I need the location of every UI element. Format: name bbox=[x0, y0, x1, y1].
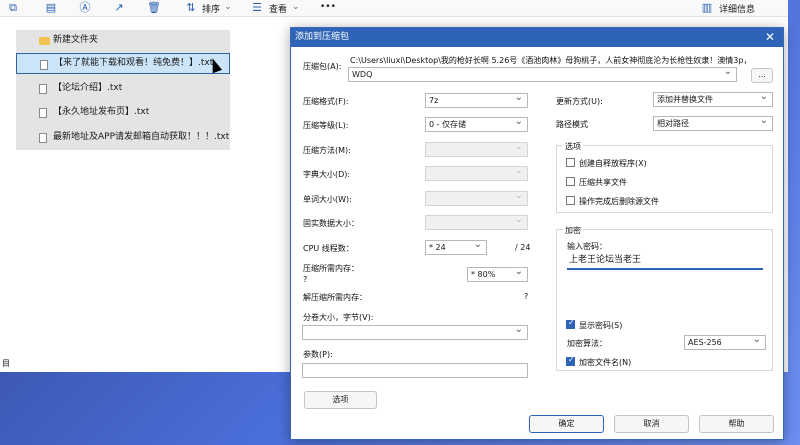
file-name: 【来了就能下载和观看！纯免费！】.txt bbox=[54, 58, 214, 68]
paste-icon[interactable]: ▤ bbox=[44, 1, 58, 15]
path-mode-select[interactable]: 相对路径 bbox=[653, 116, 773, 131]
dialog-title-bar: 添加到压缩包 bbox=[291, 28, 783, 47]
word-select bbox=[425, 191, 528, 206]
password-input[interactable]: 上老王论坛当老王 bbox=[567, 253, 763, 270]
text-file-icon bbox=[39, 108, 47, 118]
encryption-method-select[interactable]: AES-256 bbox=[684, 335, 766, 350]
cpu-total: / 24 bbox=[515, 243, 531, 252]
list-item-file[interactable]: 【永久地址发布页】.txt bbox=[16, 102, 230, 123]
list-item-file[interactable]: 【论坛介绍】.txt bbox=[16, 78, 230, 99]
explorer-toolbar: ⧉ ▤ Ⓐ ↗ 🗑 ⇅ 排序 ⌄ ☰ 查看 ⌄ ••• ▥ 详细信息 bbox=[0, 0, 788, 17]
solid-label: 固实数据大小： bbox=[303, 219, 359, 228]
options-group-title: 选项 bbox=[563, 141, 583, 152]
file-name: 【论坛介绍】.txt bbox=[53, 83, 123, 93]
copy-icon[interactable]: ⧉ bbox=[6, 1, 20, 15]
level-select[interactable]: 0 - 仅存储 bbox=[425, 117, 528, 132]
password-label: 输入密码： bbox=[567, 242, 607, 251]
help-button[interactable]: 帮助 bbox=[699, 415, 774, 433]
update-label: 更新方式(U): bbox=[556, 97, 603, 106]
text-file-icon bbox=[39, 133, 47, 143]
cpu-select[interactable]: * 24 bbox=[425, 240, 487, 255]
method-label: 压缩方法(M): bbox=[303, 146, 351, 155]
format-label: 压缩格式(F): bbox=[303, 97, 349, 106]
dialog-title: 添加到压缩包 bbox=[295, 32, 350, 42]
method-select bbox=[425, 142, 528, 157]
dict-label: 字典大小(D): bbox=[303, 170, 351, 179]
view-button[interactable]: 查看 bbox=[269, 2, 287, 15]
format-select[interactable]: 7z bbox=[425, 93, 528, 108]
delete-source-checkbox[interactable] bbox=[566, 196, 575, 205]
archive-name-combobox[interactable]: WDQ bbox=[348, 67, 737, 82]
memory-label: 压缩所需内存： bbox=[303, 264, 359, 273]
path-mode-label: 路径模式 bbox=[556, 120, 588, 129]
browse-button[interactable]: ... bbox=[751, 68, 773, 83]
file-list: 新建文件夹 【来了就能下载和观看！纯免费！】.txt 【论坛介绍】.txt 【永… bbox=[16, 30, 230, 150]
list-item-folder[interactable]: 新建文件夹 bbox=[16, 30, 230, 51]
encrypt-names-checkbox[interactable] bbox=[566, 355, 575, 366]
rename-icon[interactable]: Ⓐ bbox=[78, 1, 92, 15]
encryption-group-title: 加密 bbox=[563, 225, 583, 236]
solid-select bbox=[425, 215, 528, 230]
sort-icon[interactable]: ⇅ bbox=[184, 1, 198, 15]
file-name: 新建文件夹 bbox=[53, 35, 99, 45]
sfx-label: 创建自释放程序(X) bbox=[579, 159, 647, 168]
archive-label: 压缩包(A): bbox=[303, 62, 342, 71]
encrypt-names-label: 加密文件名(N) bbox=[579, 358, 632, 367]
params-label: 参数(P): bbox=[303, 350, 333, 359]
view-chevron-down-icon: ⌄ bbox=[292, 2, 300, 12]
split-label: 分卷大小，字节(V): bbox=[303, 313, 374, 322]
params-input[interactable] bbox=[302, 363, 528, 378]
cpu-label: CPU 线程数： bbox=[303, 244, 354, 253]
cancel-button[interactable]: 取消 bbox=[614, 415, 689, 433]
memory-select[interactable]: * 80% bbox=[467, 267, 528, 282]
folder-icon bbox=[39, 37, 50, 45]
list-item-file[interactable]: 最新地址及APP请发邮箱自动获取！！！.txt bbox=[16, 127, 230, 148]
decompress-memory-label: 解压缩所需内存： bbox=[303, 293, 367, 302]
update-select[interactable]: 添加并替换文件 bbox=[653, 92, 773, 107]
ok-button[interactable]: 确定 bbox=[529, 415, 604, 433]
text-file-icon bbox=[40, 60, 48, 70]
add-to-archive-dialog: 添加到压缩包 ✕ 压缩包(A): C:\Users\liuxi\Desktop\… bbox=[290, 27, 784, 440]
dict-select bbox=[425, 166, 528, 181]
details-button[interactable]: 详细信息 bbox=[719, 2, 755, 15]
view-icon[interactable]: ☰ bbox=[250, 1, 264, 15]
sort-button[interactable]: 排序 bbox=[202, 2, 220, 15]
status-bar-text: 目 bbox=[2, 359, 10, 368]
show-password-checkbox[interactable] bbox=[566, 318, 575, 329]
split-size-combobox[interactable] bbox=[302, 325, 528, 340]
more-button[interactable]: ••• bbox=[320, 2, 336, 12]
shared-checkbox[interactable] bbox=[566, 177, 575, 186]
show-password-label: 显示密码(S) bbox=[579, 321, 623, 330]
delete-source-label: 操作完成后删除源文件 bbox=[579, 197, 659, 206]
archive-path-text: C:\Users\liuxi\Desktop\我的枪好长啊 5.26号《酒池肉林… bbox=[350, 56, 752, 65]
file-name: 【永久地址发布页】.txt bbox=[53, 107, 150, 117]
level-label: 压缩等级(L): bbox=[303, 121, 349, 130]
options-button[interactable]: 选项 bbox=[304, 391, 377, 409]
list-item-file-selected[interactable]: 【来了就能下载和观看！纯免费！】.txt bbox=[16, 53, 230, 74]
memory-unknown: ? bbox=[303, 275, 308, 284]
close-icon[interactable]: ✕ bbox=[765, 30, 775, 44]
details-icon[interactable]: ▥ bbox=[700, 1, 714, 15]
word-label: 单词大小(W): bbox=[303, 195, 352, 204]
shared-label: 压缩共享文件 bbox=[579, 178, 627, 187]
share-icon[interactable]: ↗ bbox=[112, 1, 126, 15]
sort-chevron-down-icon: ⌄ bbox=[224, 2, 232, 12]
encryption-method-label: 加密算法： bbox=[567, 339, 607, 348]
decompress-memory-value: ? bbox=[524, 292, 529, 301]
file-name: 最新地址及APP请发邮箱自动获取！！！.txt bbox=[53, 132, 230, 142]
text-file-icon bbox=[39, 84, 47, 94]
delete-icon[interactable]: 🗑 bbox=[147, 1, 161, 15]
sfx-checkbox[interactable] bbox=[566, 158, 575, 167]
